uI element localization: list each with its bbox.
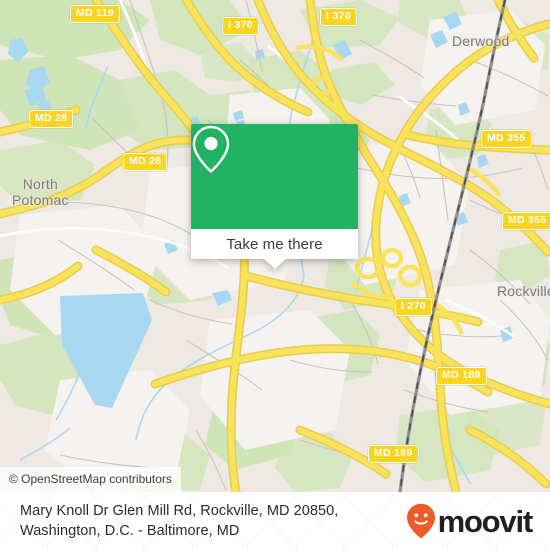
callout-action[interactable]: Take me there bbox=[191, 229, 358, 259]
moovit-map-screenshot: Derwood Rockville North Potomac MD 119 I… bbox=[0, 0, 550, 550]
moovit-pin-smiley-icon bbox=[406, 503, 435, 539]
road-shield-md-189-a: MD 189 bbox=[436, 367, 487, 385]
osm-attribution[interactable]: © OpenStreetMap contributors bbox=[0, 467, 181, 492]
road-shield-md-355-b: MD 355 bbox=[502, 212, 550, 230]
address-line-1: Mary Knoll Dr Glen Mill Rd, Rockville, M… bbox=[20, 503, 339, 519]
road-shield-md-119: MD 119 bbox=[70, 5, 120, 23]
road-shield-md-189-b: MD 189 bbox=[368, 445, 419, 463]
road-shield-md-355-a: MD 355 bbox=[481, 130, 532, 148]
footer-bar: Mary Knoll Dr Glen Mill Rd, Rockville, M… bbox=[0, 492, 550, 550]
map-pin-icon bbox=[192, 125, 230, 173]
road-shield-i-370-a: I 370 bbox=[222, 17, 259, 35]
take-me-there-callout[interactable]: Take me there bbox=[191, 124, 358, 269]
address-line-2: Washington, D.C. - Baltimore, MD bbox=[20, 523, 240, 539]
callout-icon-area bbox=[191, 124, 358, 229]
location-address: Mary Knoll Dr Glen Mill Rd, Rockville, M… bbox=[20, 501, 406, 541]
callout-tail bbox=[263, 259, 286, 269]
moovit-wordmark: moovit bbox=[437, 503, 534, 539]
road-shield-md-28-a: MD 28 bbox=[29, 110, 74, 128]
road-shield-i-270: I 270 bbox=[395, 298, 432, 316]
road-shield-md-28-b: MD 28 bbox=[123, 153, 168, 171]
take-me-there-label: Take me there bbox=[226, 235, 323, 253]
road-shield-i-370-b: I 370 bbox=[320, 8, 357, 26]
map-canvas[interactable]: Derwood Rockville North Potomac MD 119 I… bbox=[0, 0, 550, 492]
moovit-logo[interactable]: moovit bbox=[406, 503, 536, 539]
